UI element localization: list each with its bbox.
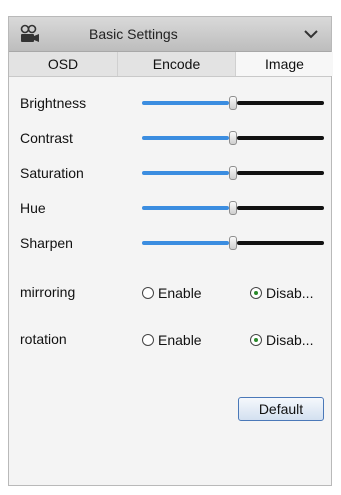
camera-icon	[19, 24, 41, 44]
slider-fill	[142, 206, 229, 210]
rotation-disable-label[interactable]: Disab...	[266, 332, 313, 348]
mirroring-enable-label[interactable]: Enable	[158, 285, 202, 301]
mirroring-enable-radio[interactable]	[142, 287, 154, 299]
contrast-label: Contrast	[20, 130, 73, 146]
tab-bar: OSD Encode Image	[9, 52, 333, 77]
slider-fill	[142, 101, 229, 105]
brightness-label: Brightness	[20, 95, 87, 111]
panel-title: Basic Settings	[89, 26, 178, 42]
sharpen-slider[interactable]	[142, 236, 324, 250]
slider-track	[237, 171, 324, 175]
rotation-enable-label[interactable]: Enable	[158, 332, 202, 348]
settings-panel: Basic Settings OSD Encode Image Brightne…	[8, 16, 333, 486]
mirroring-label: mirroring	[20, 284, 76, 300]
contrast-slider[interactable]	[142, 131, 324, 145]
slider-track	[237, 136, 324, 140]
saturation-slider[interactable]	[142, 166, 324, 180]
rotation-disable-radio[interactable]	[250, 334, 262, 346]
slider-track	[237, 241, 324, 245]
panel-header[interactable]: Basic Settings	[9, 17, 331, 52]
slider-track	[237, 101, 324, 105]
slider-thumb[interactable]	[229, 131, 237, 145]
slider-track	[237, 206, 324, 210]
tab-encode[interactable]: Encode	[117, 52, 235, 76]
slider-thumb[interactable]	[229, 166, 237, 180]
chevron-down-icon[interactable]	[303, 27, 319, 39]
slider-fill	[142, 136, 229, 140]
tab-image[interactable]: Image	[235, 52, 333, 76]
sharpen-label: Sharpen	[20, 235, 73, 251]
hue-label: Hue	[20, 200, 46, 216]
slider-thumb[interactable]	[229, 96, 237, 110]
default-button[interactable]: Default	[238, 397, 324, 421]
slider-fill	[142, 241, 229, 245]
tab-osd[interactable]: OSD	[9, 52, 117, 76]
slider-thumb[interactable]	[229, 236, 237, 250]
rotation-label: rotation	[20, 331, 67, 347]
hue-slider[interactable]	[142, 201, 324, 215]
saturation-label: Saturation	[20, 165, 84, 181]
slider-fill	[142, 171, 229, 175]
rotation-enable-radio[interactable]	[142, 334, 154, 346]
brightness-slider[interactable]	[142, 96, 324, 110]
mirroring-disable-radio[interactable]	[250, 287, 262, 299]
mirroring-disable-label[interactable]: Disab...	[266, 285, 313, 301]
slider-thumb[interactable]	[229, 201, 237, 215]
